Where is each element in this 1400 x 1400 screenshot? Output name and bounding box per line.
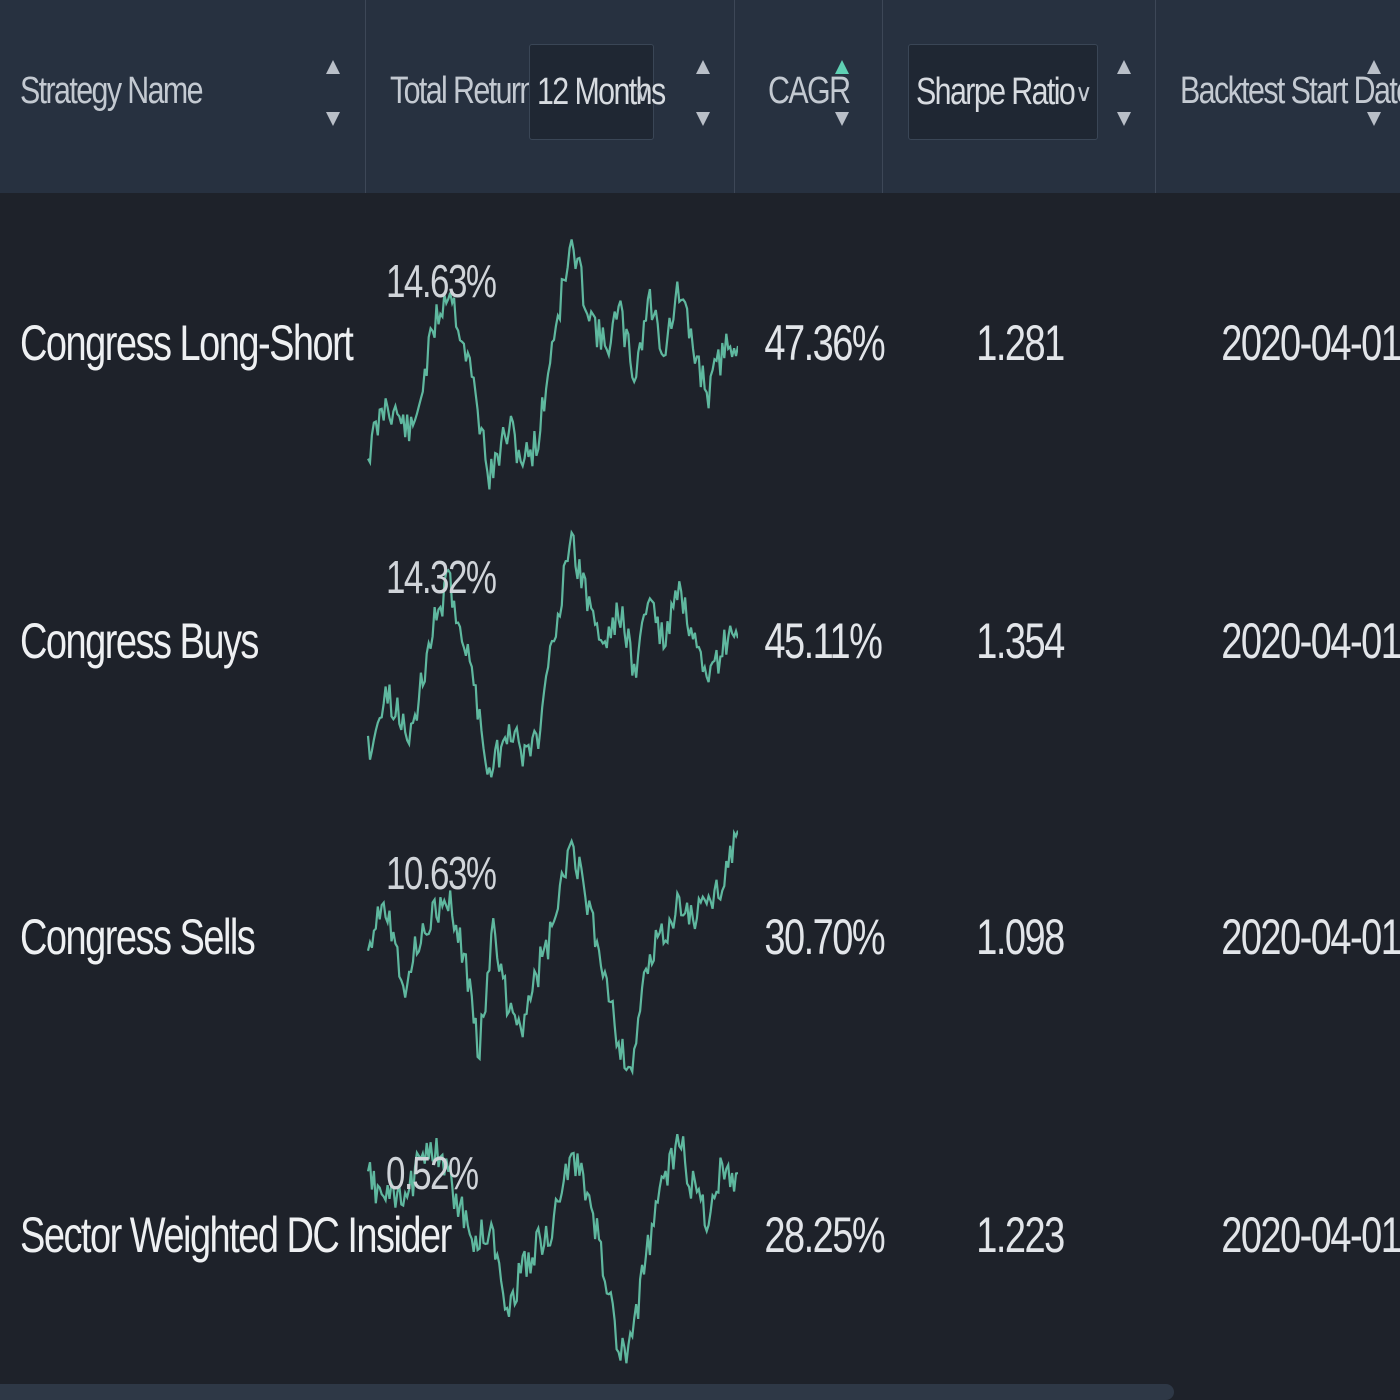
column-divider (882, 0, 883, 193)
sharpe-ratio-value: 1.281 (976, 315, 1065, 371)
cagr-value: 47.36% (764, 315, 885, 371)
cagr-value: 30.70% (764, 909, 885, 965)
column-divider (1155, 0, 1156, 193)
backtest-start-value: 2020-04-01 (1221, 1207, 1400, 1263)
column-header-strategy-name[interactable]: Strategy Name (20, 70, 204, 113)
column-divider (365, 0, 366, 193)
metric-select-value: Sharpe Ratio (916, 71, 1076, 113)
sort-arrows-icon[interactable] (1367, 60, 1381, 126)
strategy-name[interactable]: Congress Buys (20, 612, 259, 670)
sort-arrows-icon[interactable] (696, 60, 710, 126)
column-divider (734, 0, 735, 193)
sort-arrows-icon[interactable] (835, 60, 849, 126)
total-return-value: 10.63% (386, 847, 497, 899)
column-header-total-return: Total Return: (390, 70, 543, 112)
chevron-down-icon: ∨ (1075, 80, 1093, 107)
total-return-value: 14.63% (386, 255, 497, 307)
cagr-value: 28.25% (764, 1207, 885, 1263)
sort-arrows-icon[interactable] (326, 60, 340, 126)
backtest-start-value: 2020-04-01 (1221, 315, 1400, 371)
strategy-name[interactable]: Congress Sells (20, 908, 256, 966)
period-select[interactable]: 12 Months ∨ (529, 44, 666, 140)
chevron-down-icon: ∨ (634, 80, 652, 107)
table-header: Strategy Name Total Return: 12 Months ∨ … (0, 0, 1400, 193)
backtest-start-value: 2020-04-01 (1221, 613, 1400, 669)
strategy-name[interactable]: Congress Long-Short (20, 314, 354, 372)
total-return-value: 14.32% (386, 551, 497, 603)
sharpe-ratio-value: 1.098 (976, 909, 1065, 965)
horizontal-scrollbar[interactable] (0, 1384, 1174, 1400)
backtest-start-value: 2020-04-01 (1221, 909, 1400, 965)
sort-arrows-icon[interactable] (1117, 60, 1131, 126)
cagr-value: 45.11% (764, 613, 882, 669)
sharpe-ratio-value: 1.223 (976, 1207, 1065, 1263)
metric-select[interactable]: Sharpe Ratio ∨ (908, 44, 1098, 140)
sharpe-ratio-value: 1.354 (976, 613, 1065, 669)
total-return-value: 0.52% (386, 1147, 479, 1199)
